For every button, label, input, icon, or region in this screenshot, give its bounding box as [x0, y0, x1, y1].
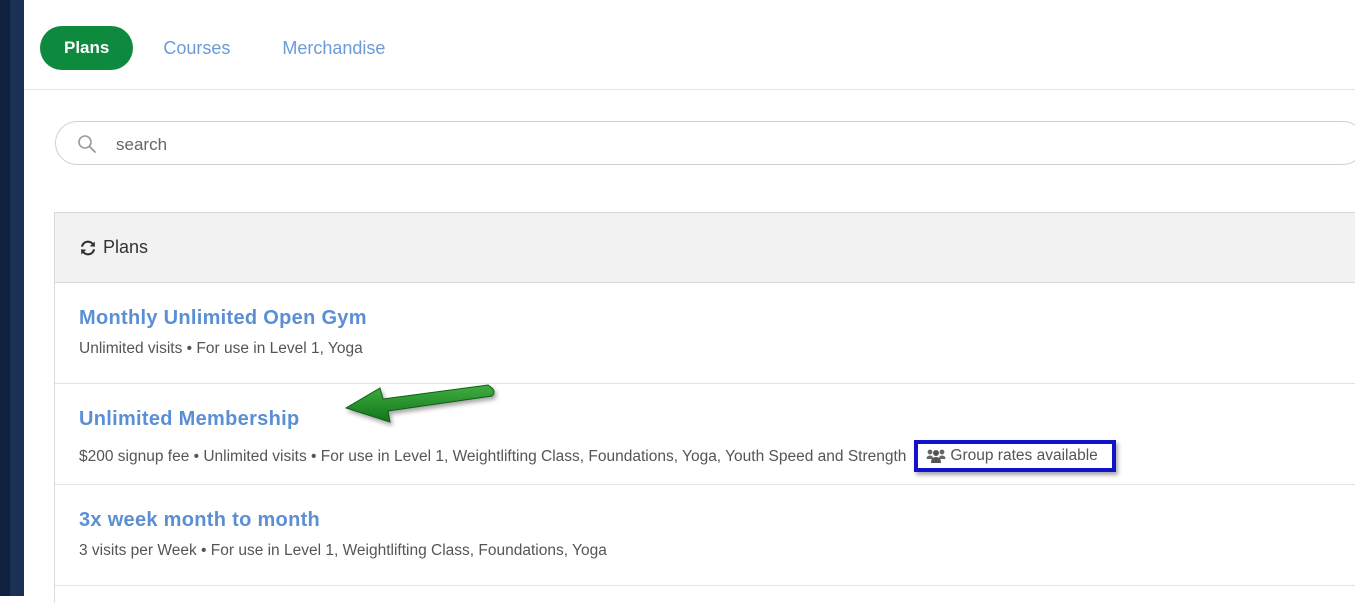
group-icon	[926, 449, 946, 463]
tab-plans[interactable]: Plans	[40, 26, 134, 70]
catalog-tabs: Plans Courses Merchandise	[40, 26, 385, 70]
plan-description: 3 visits per Week • For use in Level 1, …	[79, 542, 607, 560]
tab-merchandise[interactable]: Merchandise	[282, 38, 385, 59]
plan-title-link[interactable]: 3x week month to month	[79, 509, 320, 532]
arrow-annotation-icon	[344, 384, 495, 423]
plan-row: 3x week month to month 3 visits per Week…	[55, 485, 1355, 586]
plan-description: $200 signup fee • Unlimited visits • For…	[79, 440, 1116, 473]
tabs-divider	[24, 89, 1355, 90]
plan-description-text: $200 signup fee • Unlimited visits • For…	[79, 448, 907, 465]
group-rates-text: Group rates available	[950, 447, 1098, 464]
plans-panel-title: Plans	[103, 237, 149, 257]
search-input[interactable]	[114, 132, 1318, 158]
plan-description-text: 3 visits per Week • For use in Level 1, …	[79, 542, 607, 559]
plans-panel-header: Plans	[55, 213, 1355, 283]
plan-title-link[interactable]: Unlimited Membership	[79, 408, 299, 431]
search-icon	[78, 135, 96, 153]
tab-courses[interactable]: Courses	[163, 38, 230, 59]
group-rates-badge: Group rates available	[914, 440, 1116, 472]
search-box[interactable]	[55, 121, 1355, 165]
plan-row: Unlimited Membership $200 signup fee • U…	[55, 384, 1355, 485]
plan-description-text: Unlimited visits • For use in Level 1, Y…	[79, 340, 363, 357]
plan-description: Unlimited visits • For use in Level 1, Y…	[79, 340, 363, 358]
plan-title-link[interactable]: Monthly Unlimited Open Gym	[79, 307, 367, 330]
plans-panel: Plans Monthly Unlimited Open Gym Unlimit…	[54, 212, 1355, 602]
refresh-icon[interactable]	[79, 239, 97, 257]
plan-row: Monthly Unlimited Open Gym Unlimited vis…	[55, 283, 1355, 384]
app-sidebar-edge-highlight	[10, 0, 24, 596]
